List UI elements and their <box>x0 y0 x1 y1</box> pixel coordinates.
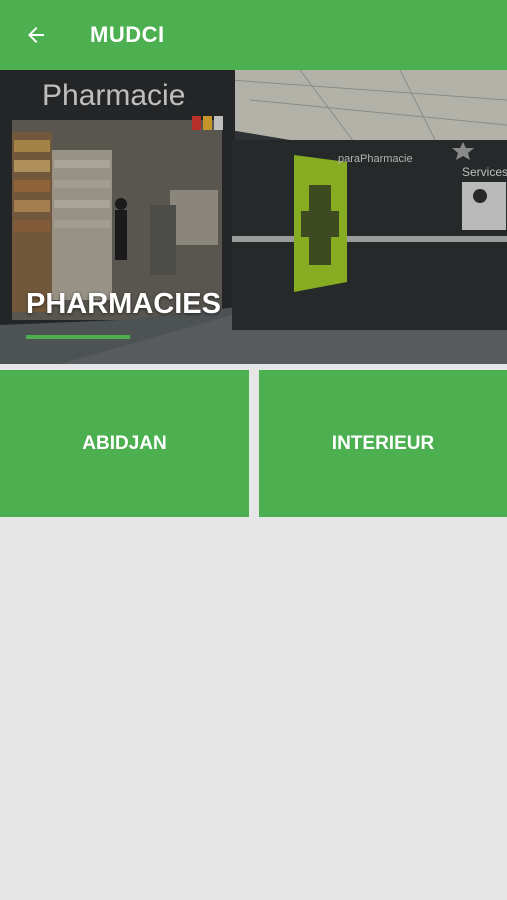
app-title: MUDCI <box>90 22 165 47</box>
hero-title: PHARMACIES <box>26 288 221 320</box>
app-screen: MUDCI PHARMACIES ABIDJAN INTERIEUR <box>0 0 507 900</box>
tile-interieur-label: INTERIEUR <box>331 432 435 454</box>
tile-abidjan-label: ABIDJAN <box>82 432 167 454</box>
tile-interieur[interactable]: INTERIEUR <box>259 370 507 517</box>
back-button[interactable] <box>18 17 54 53</box>
app-bar: MUDCI <box>0 0 507 70</box>
hero-banner[interactable]: Pharmacie paraPharmacie Services PHARMAC… <box>0 70 507 364</box>
arrow-left-icon <box>28 27 44 43</box>
tile-abidjan[interactable]: ABIDJAN <box>0 370 249 517</box>
hero-underline <box>26 335 130 339</box>
